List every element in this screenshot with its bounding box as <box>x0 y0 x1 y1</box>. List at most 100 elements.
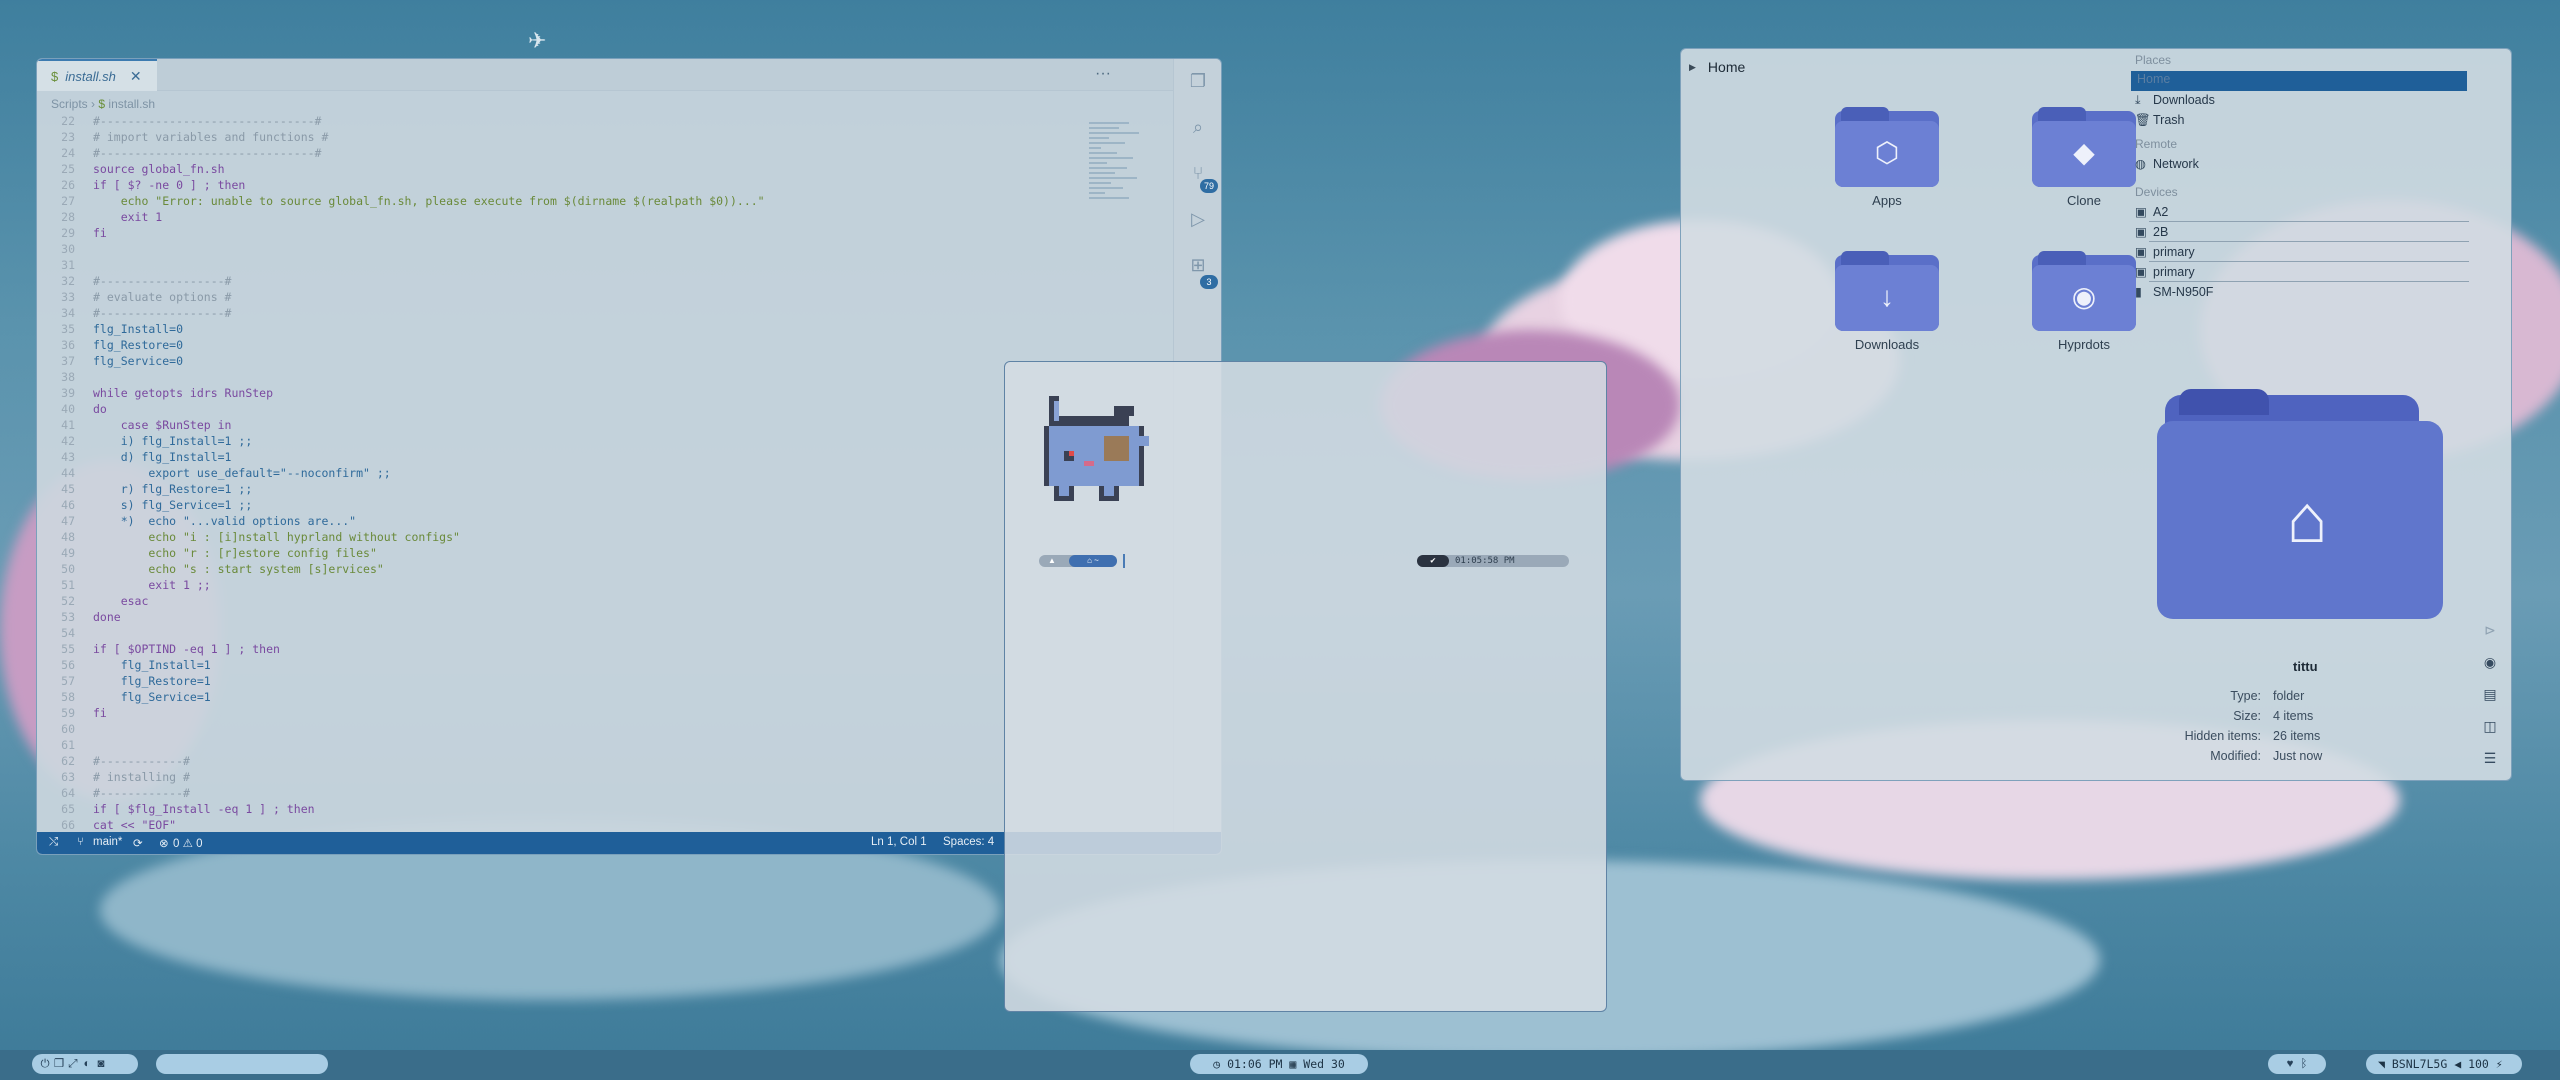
triangle-right-icon[interactable]: ▶ <box>1689 62 1696 72</box>
editor-tab-bar: $ install.sh ✕ ··· <box>37 59 1173 91</box>
bluetooth-icon[interactable]: ᛒ <box>2297 1054 2311 1074</box>
explorer-icon[interactable]: ❐ <box>1188 71 1208 91</box>
code-line: 41 case $RunStep in <box>37 417 231 433</box>
prompt-time: 01:05:58 PM <box>1455 556 1515 566</box>
clock-widget[interactable]: ◷ 01:06 PM ▦ Wed 30 <box>1190 1054 1368 1074</box>
path-bar[interactable]: ▶ Home <box>1689 59 1745 75</box>
power-icon[interactable]: ⏻ <box>38 1054 52 1074</box>
code-line: 65 if [ $flg_Install -eq 1 ] ; then <box>37 801 314 817</box>
error-icon: ⊗ <box>159 838 169 850</box>
code-text: #------------# <box>93 786 190 800</box>
line-number: 24 <box>61 146 75 160</box>
code-line: 38 <box>37 369 93 385</box>
sidebar-item-device[interactable]: ▣ primary <box>2135 243 2195 261</box>
breadcrumb-file[interactable]: install.sh <box>108 97 155 111</box>
file-manager-window[interactable]: ▶ Home ⬡ Apps ◆ Clone ↓ Downloads ◉ Hyprd… <box>1680 48 2512 781</box>
code-text: echo "i : [i]nstall hyprland without con… <box>93 530 460 544</box>
problems-count[interactable]: 0 ⚠ 0 <box>173 836 203 850</box>
sidebar-item-home[interactable]: Home <box>2131 71 2467 91</box>
code-line: 45 r) flg_Restore=1 ;; <box>37 481 252 497</box>
check-icon: ✔ <box>1417 555 1449 567</box>
arch-icon: ▲ <box>1048 556 1056 565</box>
line-number: 66 <box>61 818 75 832</box>
game-icon[interactable]: ◙ <box>94 1054 108 1074</box>
breadcrumb-folder[interactable]: Scripts <box>51 97 88 111</box>
volume-level[interactable]: 100 <box>2468 1057 2489 1071</box>
code-text: #-------------------------------# <box>93 146 322 160</box>
code-line: 48 echo "i : [i]nstall hyprland without … <box>37 529 460 545</box>
line-number: 50 <box>61 562 75 576</box>
open-terminal-icon[interactable]: ⊳ <box>2481 621 2499 639</box>
pixel-art-creature <box>1044 396 1149 501</box>
code-text: *) echo "...valid options are..." <box>93 514 357 528</box>
extensions-icon[interactable]: ⊞ <box>1188 255 1208 275</box>
sidebar-item-device[interactable]: ▣ primary <box>2135 263 2195 281</box>
eye-icon[interactable]: ◉ <box>2481 653 2499 671</box>
code-editor[interactable]: 22 #-------------------------------# 23 # i… <box>37 113 1173 832</box>
code-text: echo "Error: unable to source global_fn.… <box>93 194 765 208</box>
sync-icon[interactable]: ⟳ <box>133 836 143 850</box>
line-number: 26 <box>61 178 75 192</box>
code-line: 56 flg_Install=1 <box>37 657 211 673</box>
line-number: 39 <box>61 386 75 400</box>
extensions-badge: 3 <box>1200 275 1218 289</box>
wifi-icon[interactable]: ◥ <box>2378 1057 2385 1071</box>
line-number: 40 <box>61 402 75 416</box>
wifi-name[interactable]: BSNL7L5G <box>2392 1057 2447 1071</box>
sidebar-item-label: Home <box>2137 72 2171 86</box>
split-view-icon[interactable]: ◫ <box>2481 717 2499 735</box>
search-icon[interactable]: ⌕ <box>1188 117 1208 137</box>
more-actions-icon[interactable]: ··· <box>1095 65 1111 83</box>
sidebar-item-device[interactable]: ▣ A2 <box>2135 203 2168 221</box>
folder-downloads[interactable]: ↓ Downloads <box>1807 251 1967 352</box>
close-icon[interactable]: ✕ <box>130 68 142 85</box>
sidebar-item-downloads[interactable]: ⤓ Downloads <box>2135 91 2215 109</box>
code-text: while getopts idrs RunStep <box>93 386 274 400</box>
code-text: flg_Restore=0 <box>93 338 184 352</box>
line-number: 64 <box>61 786 75 800</box>
code-line: 53 done <box>37 609 121 625</box>
palette-icon[interactable]: ◐ <box>80 1054 94 1074</box>
prompt-segment-left: ▲ ⌂ ~ <box>1039 555 1117 567</box>
line-number: 31 <box>61 258 75 272</box>
code-line: 27 echo "Error: unable to source global_… <box>37 193 765 209</box>
code-text: flg_Install=1 <box>93 658 211 672</box>
copy-icon[interactable]: ❐ <box>52 1054 66 1074</box>
sidebar-item-trash[interactable]: 🗑 Trash <box>2135 111 2185 129</box>
code-text: flg_Restore=1 <box>93 674 211 688</box>
code-text: #------------------# <box>93 306 232 320</box>
remote-icon[interactable]: ⤭ <box>49 836 58 849</box>
folder-apps[interactable]: ⬡ Apps <box>1807 107 1967 208</box>
code-line: 24 #-------------------------------# <box>37 145 321 161</box>
line-number: 41 <box>61 418 75 432</box>
code-text: done <box>93 610 121 624</box>
tab-install-sh[interactable]: $ install.sh ✕ <box>37 59 157 91</box>
sidebar-item-device[interactable]: ▮ SM-N950F <box>2135 283 2213 301</box>
code-line: 30 <box>37 241 93 257</box>
new-folder-icon[interactable]: ▤ <box>2481 685 2499 703</box>
heart-icon[interactable]: ♥ <box>2283 1054 2297 1074</box>
code-text: #-------------------------------# <box>93 114 322 128</box>
code-text: #------------# <box>93 754 190 768</box>
sidebar-item-network[interactable]: ◍ Network <box>2135 155 2199 173</box>
sidebar-item-device[interactable]: ▣ 2B <box>2135 223 2168 241</box>
cursor-position[interactable]: Ln 1, Col 1 <box>871 836 927 848</box>
branch-name[interactable]: main* <box>93 836 122 848</box>
code-text: echo "s : start system [s]ervices" <box>93 562 384 576</box>
expand-icon[interactable]: ⤢ <box>66 1054 80 1074</box>
clock-time: 01:06 PM <box>1227 1057 1283 1071</box>
code-line: 66 cat << "EOF" <box>37 817 176 832</box>
drive-icon: ▣ <box>2135 225 2147 239</box>
line-number: 46 <box>61 498 75 512</box>
code-text: # import variables and functions # <box>93 130 329 144</box>
line-number: 30 <box>61 242 75 256</box>
run-debug-icon[interactable]: ▷ <box>1188 209 1208 229</box>
volume-icon[interactable]: ◀ <box>2454 1057 2461 1071</box>
line-number: 34 <box>61 306 75 320</box>
indentation[interactable]: Spaces: 4 <box>943 836 994 848</box>
code-text: do <box>93 402 107 416</box>
terminal-window[interactable]: ▲ ⌂ ~ ✔ 01:05:58 PM <box>1004 361 1607 1012</box>
line-number: 28 <box>61 210 75 224</box>
code-line: 37 flg_Service=0 <box>37 353 183 369</box>
menu-icon[interactable]: ☰ <box>2481 749 2499 767</box>
